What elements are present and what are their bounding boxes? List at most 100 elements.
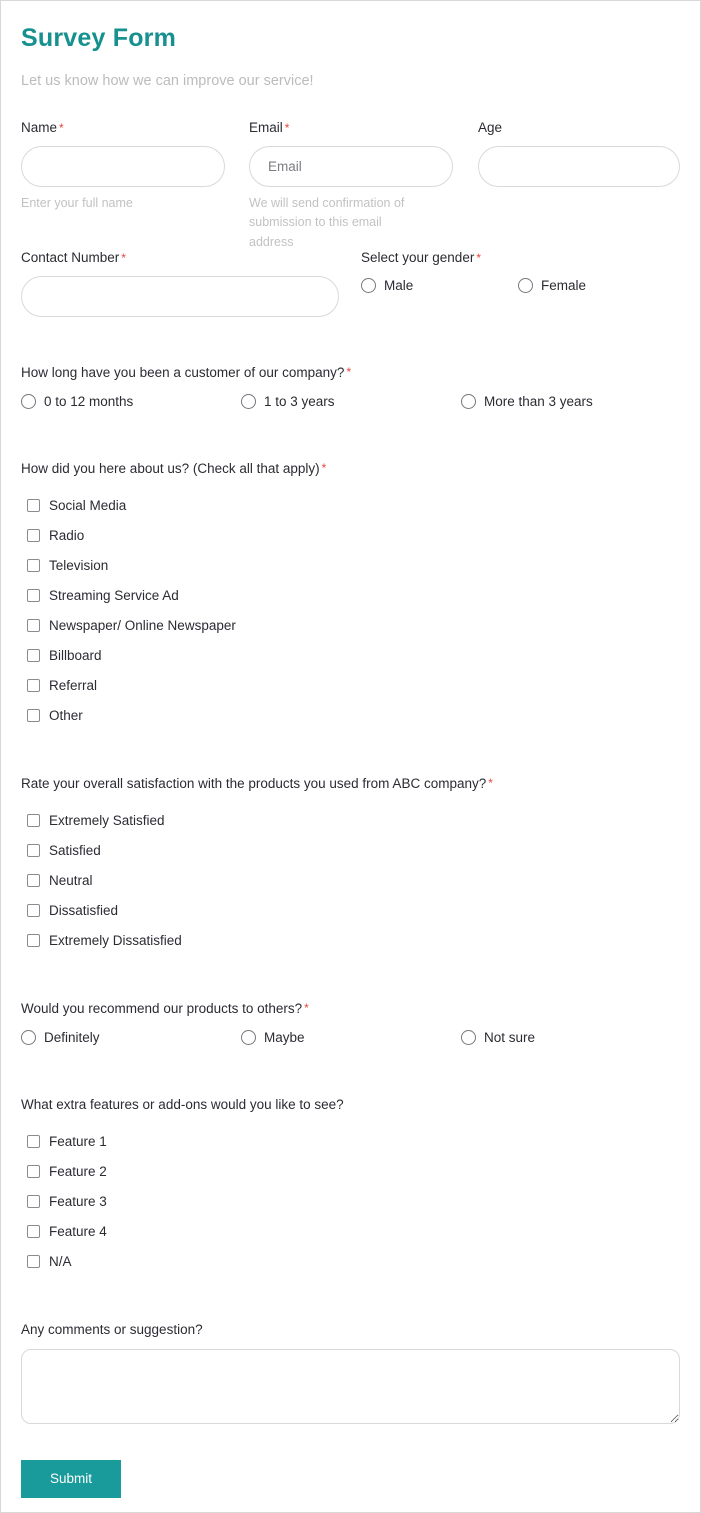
satisfaction-options: Extremely Satisfied Satisfied Neutral Di…	[21, 806, 680, 956]
extra-features-option-na[interactable]: N/A	[21, 1247, 680, 1277]
satisfaction-option-extremely-dissatisfied[interactable]: Extremely Dissatisfied	[21, 926, 680, 956]
comments-label: Any comments or suggestion?	[21, 1321, 203, 1337]
radio-icon[interactable]	[518, 278, 533, 294]
option-label: 0 to 12 months	[44, 394, 134, 410]
age-input[interactable]	[478, 146, 680, 188]
option-label: Extremely Satisfied	[49, 813, 165, 829]
checkbox-icon[interactable]	[27, 709, 40, 723]
option-label: Definitely	[44, 1030, 100, 1046]
satisfaction-question-group: Rate your overall satisfaction with the …	[21, 775, 680, 956]
checkbox-icon[interactable]	[27, 679, 40, 693]
age-field-group: Age	[478, 119, 680, 188]
page-title: Survey Form	[21, 24, 177, 52]
hear-about-option-radio[interactable]: Radio	[21, 521, 680, 551]
checkbox-icon[interactable]	[27, 1195, 40, 1209]
option-label: Other	[49, 708, 83, 724]
radio-icon[interactable]	[461, 1030, 476, 1046]
option-label: Television	[49, 558, 109, 574]
checkbox-icon[interactable]	[27, 649, 40, 663]
required-asterisk: *	[284, 120, 290, 135]
checkbox-icon[interactable]	[27, 529, 40, 543]
form-container: Survey Form Let us know how we can impro…	[1, 1, 700, 1499]
hear-about-option-billboard[interactable]: Billboard	[21, 641, 680, 671]
option-label: Extremely Dissatisfied	[49, 933, 182, 949]
contact-number-input[interactable]	[21, 276, 339, 318]
hear-about-option-referral[interactable]: Referral	[21, 671, 680, 701]
option-label: Dissatisfied	[49, 903, 119, 919]
hear-about-question-group: How did you here about us? (Check all th…	[21, 460, 680, 731]
option-label: Streaming Service Ad	[49, 588, 179, 604]
radio-icon[interactable]	[241, 1030, 256, 1046]
name-input[interactable]	[21, 146, 225, 188]
gender-option-female[interactable]: Female	[518, 278, 586, 294]
satisfaction-option-satisfied[interactable]: Satisfied	[21, 836, 680, 866]
hear-about-option-television[interactable]: Television	[21, 551, 680, 581]
option-label: More than 3 years	[484, 394, 593, 410]
tenure-options: 0 to 12 months 1 to 3 years More than 3 …	[21, 394, 680, 416]
satisfaction-option-extremely-satisfied[interactable]: Extremely Satisfied	[21, 806, 680, 836]
checkbox-icon[interactable]	[27, 499, 40, 513]
checkbox-icon[interactable]	[27, 1255, 40, 1269]
option-label: 1 to 3 years	[264, 394, 335, 410]
hear-about-option-newspaper[interactable]: Newspaper/ Online Newspaper	[21, 611, 680, 641]
satisfaction-option-dissatisfied[interactable]: Dissatisfied	[21, 896, 680, 926]
tenure-option-more-than-3-years[interactable]: More than 3 years	[461, 394, 593, 410]
checkbox-icon[interactable]	[27, 1135, 40, 1149]
email-label: Email *	[249, 119, 290, 135]
checkbox-icon[interactable]	[27, 814, 40, 828]
page-subtitle: Let us know how we can improve our servi…	[21, 72, 314, 89]
contact-gender-row: Contact Number * Select your gender * Male…	[21, 250, 680, 320]
checkbox-icon[interactable]	[27, 844, 40, 858]
radio-icon[interactable]	[361, 278, 376, 294]
contact-number-label: Contact Number *	[21, 249, 126, 265]
extra-features-option-feature-2[interactable]: Feature 2	[21, 1157, 680, 1187]
extra-features-option-feature-4[interactable]: Feature 4	[21, 1217, 680, 1247]
hear-about-option-other[interactable]: Other	[21, 701, 680, 731]
tenure-option-1-to-3-years[interactable]: 1 to 3 years	[241, 394, 335, 410]
checkbox-icon[interactable]	[27, 589, 40, 603]
option-label: Radio	[49, 528, 85, 544]
hear-about-option-social-media[interactable]: Social Media	[21, 491, 680, 521]
radio-icon[interactable]	[21, 394, 36, 410]
radio-icon[interactable]	[21, 1030, 36, 1046]
required-asterisk: *	[304, 1000, 309, 1015]
option-label: Feature 4	[49, 1224, 107, 1240]
submit-button[interactable]: Submit	[21, 1460, 121, 1499]
satisfaction-option-neutral[interactable]: Neutral	[21, 866, 680, 896]
age-label: Age	[478, 119, 503, 135]
checkbox-icon[interactable]	[27, 934, 40, 948]
checkbox-icon[interactable]	[27, 559, 40, 573]
hear-about-label: How did you here about us? (Check all th…	[21, 461, 327, 477]
option-label: Not sure	[484, 1030, 536, 1046]
recommend-option-definitely[interactable]: Definitely	[21, 1030, 100, 1046]
radio-icon[interactable]	[241, 394, 256, 410]
hear-about-options: Social Media Radio Television Streaming …	[21, 491, 680, 731]
recommend-option-not-sure[interactable]: Not sure	[461, 1030, 536, 1046]
recommend-options: Definitely Maybe Not sure	[21, 1030, 680, 1052]
checkbox-icon[interactable]	[27, 1165, 40, 1179]
name-label: Name *	[21, 119, 64, 135]
extra-features-question-group: What extra features or add-ons would you…	[21, 1096, 680, 1277]
gender-options: Male Female	[361, 278, 691, 298]
gender-option-male[interactable]: Male	[361, 278, 413, 294]
email-input[interactable]	[249, 146, 453, 188]
checkbox-icon[interactable]	[27, 1225, 40, 1239]
option-label: N/A	[49, 1254, 72, 1270]
submit-row: Submit	[21, 1460, 680, 1499]
radio-icon[interactable]	[461, 394, 476, 410]
extra-features-option-feature-1[interactable]: Feature 1	[21, 1127, 680, 1157]
hear-about-option-streaming-service-ad[interactable]: Streaming Service Ad	[21, 581, 680, 611]
comments-textarea[interactable]	[21, 1349, 680, 1425]
name-help-text: Enter your full name	[21, 196, 133, 211]
extra-features-label: What extra features or add-ons would you…	[21, 1097, 344, 1113]
checkbox-icon[interactable]	[27, 619, 40, 633]
required-asterisk: *	[346, 364, 352, 379]
extra-features-option-feature-3[interactable]: Feature 3	[21, 1187, 680, 1217]
tenure-option-0-to-12-months[interactable]: 0 to 12 months	[21, 394, 134, 410]
recommend-option-maybe[interactable]: Maybe	[241, 1030, 305, 1046]
required-asterisk: *	[321, 461, 327, 476]
checkbox-icon[interactable]	[27, 874, 40, 888]
personal-info-row: Name* Enter your full name Email* We wil…	[21, 119, 680, 249]
tenure-label: How long have you been a customer of our…	[21, 364, 352, 380]
checkbox-icon[interactable]	[27, 904, 40, 918]
